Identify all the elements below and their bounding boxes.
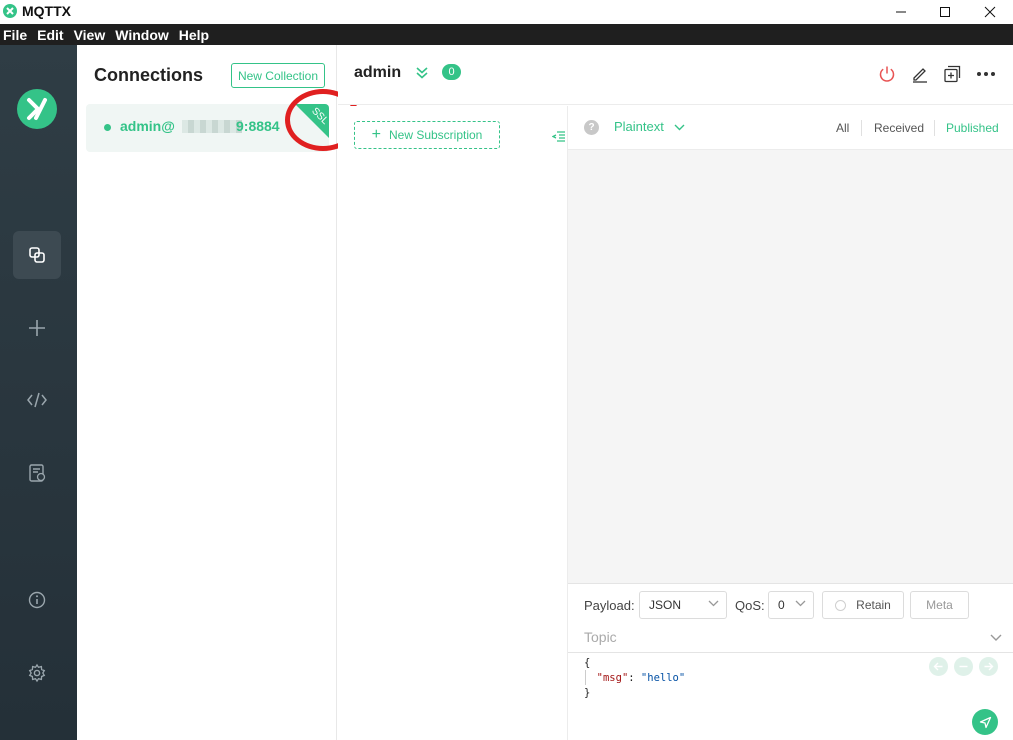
payload-label: Payload: <box>584 598 635 613</box>
payload-editor[interactable]: { "msg": "hello" } <box>584 656 685 701</box>
format-label: Plaintext <box>614 119 664 134</box>
window-title: MQTTX <box>22 3 71 19</box>
maximize-button[interactable] <box>922 0 968 24</box>
arrow-right-icon <box>984 662 994 671</box>
payload-format-select[interactable]: Plaintext <box>614 119 685 134</box>
chevron-down-icon <box>708 600 719 607</box>
menu-view[interactable]: View <box>74 27 106 43</box>
connection-port: 9:8884 <box>236 118 280 134</box>
collapse-subscriptions-icon[interactable] <box>552 130 566 144</box>
gear-icon <box>28 663 46 683</box>
payload-format-value: JSON <box>649 598 682 612</box>
title-bar: MQTTX <box>0 0 1013 24</box>
menu-file[interactable]: File <box>3 27 27 43</box>
menu-window[interactable]: Window <box>115 27 169 43</box>
messages-toolbar: ? Plaintext All Received Published <box>568 106 1013 150</box>
disconnect-button[interactable] <box>876 63 898 85</box>
nav-script-button[interactable] <box>13 376 61 424</box>
history-clear-button[interactable] <box>954 657 973 676</box>
left-nav <box>0 45 77 740</box>
connection-title: admin <box>354 64 402 81</box>
nav-about-button[interactable] <box>13 576 61 624</box>
payload-line-3: } <box>584 687 591 699</box>
connections-panel: Connections New Collection admin@ 9:8884… <box>77 45 337 740</box>
edit-icon <box>913 68 927 83</box>
log-icon <box>29 464 46 482</box>
qos-dropdown[interactable]: 0 <box>768 591 814 619</box>
close-button[interactable] <box>967 0 1013 24</box>
nav-log-button[interactable] <box>13 449 61 497</box>
qos-value: 0 <box>778 598 785 612</box>
arrow-left-icon <box>933 662 943 671</box>
history-prev-button[interactable] <box>929 657 948 676</box>
qos-label: QoS: <box>735 598 765 613</box>
new-subscription-button[interactable]: + New Subscription <box>354 121 500 149</box>
filter-received[interactable]: Received <box>874 121 924 135</box>
plus-icon: + <box>371 126 381 143</box>
chevron-down-icon <box>795 600 806 607</box>
payload-format-dropdown[interactable]: JSON <box>639 591 727 619</box>
nav-connections-button[interactable] <box>13 231 61 279</box>
connections-heading: Connections <box>94 65 204 85</box>
filter-all[interactable]: All <box>836 121 849 135</box>
connection-name: admin@ <box>120 118 175 134</box>
chevron-down-icon[interactable] <box>990 634 1002 642</box>
info-icon <box>28 591 46 609</box>
new-window-button[interactable] <box>941 63 963 85</box>
send-button[interactable] <box>972 709 998 735</box>
meta-button[interactable]: Meta <box>910 591 969 619</box>
payload-line-1: { <box>584 657 591 669</box>
nav-settings-button[interactable] <box>13 649 61 697</box>
help-icon[interactable]: ? <box>584 120 599 135</box>
new-subscription-label: New Subscription <box>388 128 483 142</box>
payload-value: "hello" <box>640 672 686 684</box>
collapse-icon[interactable] <box>415 66 429 80</box>
connection-header: admin 0 <box>338 45 1013 105</box>
divider <box>568 652 1013 653</box>
app-logo-icon <box>3 4 17 18</box>
history-next-button[interactable] <box>979 657 998 676</box>
menu-help[interactable]: Help <box>179 27 209 43</box>
menu-edit[interactable]: Edit <box>37 27 63 43</box>
code-icon <box>27 392 47 408</box>
minus-icon <box>959 665 968 668</box>
separator <box>861 120 862 136</box>
publish-panel: Payload: JSON QoS: 0 Retain Meta Topic {… <box>568 583 1013 740</box>
topic-input[interactable]: Topic <box>584 629 617 645</box>
minimize-button[interactable] <box>878 0 924 24</box>
edit-connection-button[interactable] <box>909 63 931 85</box>
status-dot <box>104 124 111 131</box>
new-collection-button[interactable]: New Collection <box>231 63 325 88</box>
redacted-host <box>182 120 242 133</box>
power-icon <box>879 66 895 82</box>
more-icon <box>977 72 995 76</box>
send-icon <box>979 716 991 728</box>
retain-toggle[interactable]: Retain <box>822 591 904 619</box>
payload-key: "msg" <box>596 672 629 684</box>
more-button[interactable] <box>975 63 997 85</box>
plus-icon <box>29 320 45 336</box>
menu-bar: File Edit View Window Help <box>0 24 1013 45</box>
message-list <box>568 150 1013 583</box>
subscription-count-badge: 0 <box>442 64 461 80</box>
filter-published[interactable]: Published <box>946 121 999 135</box>
subscriptions-panel: + New Subscription <box>338 106 568 740</box>
connections-icon <box>29 247 45 263</box>
retain-radio <box>835 599 847 611</box>
separator <box>934 120 935 136</box>
nav-new-connection-button[interactable] <box>13 304 61 352</box>
mqttx-logo-icon <box>17 89 57 129</box>
retain-label: Retain <box>856 598 891 612</box>
new-window-icon <box>944 65 961 83</box>
chevron-down-icon <box>674 124 684 131</box>
